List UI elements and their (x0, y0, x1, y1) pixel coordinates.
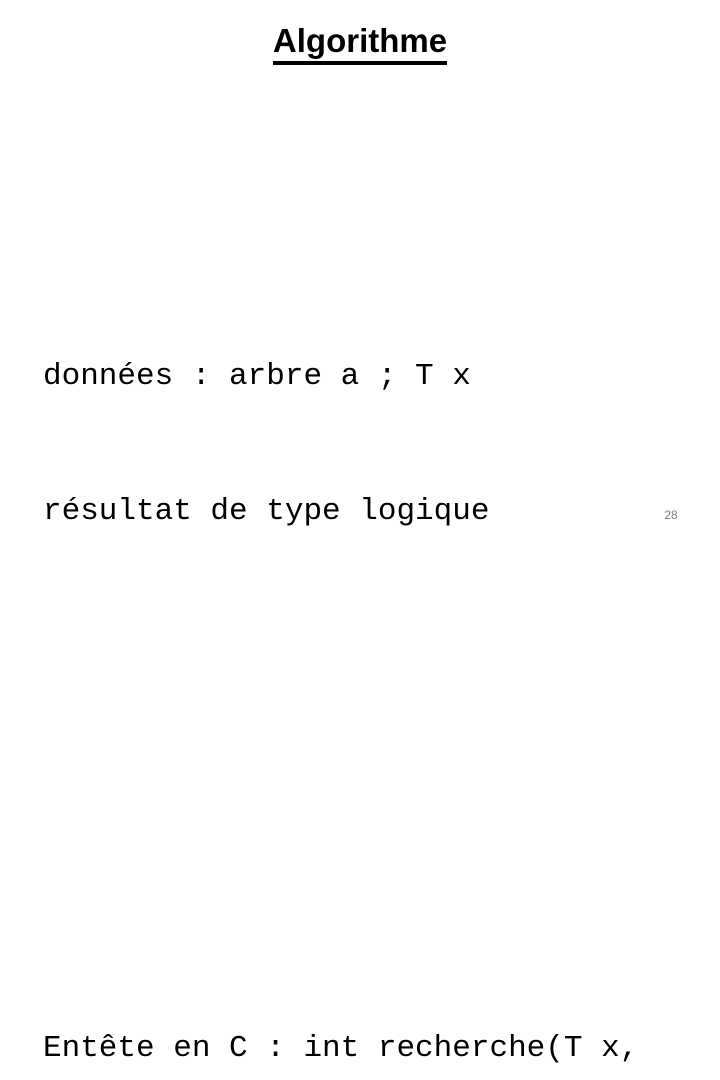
signature-block: Entête en C : int recherche(T x, arbre a… (43, 936, 703, 1080)
code-line-donnees: données : arbre a ; T x (43, 359, 471, 394)
specification-block: données : arbre a ; T x résultat de type… (43, 264, 703, 624)
algorithm-body: données : arbre a ; T x résultat de type… (43, 129, 703, 1080)
page-title-text: Algorithme (272, 22, 448, 65)
code-line-resultat: résultat de type logique (43, 494, 490, 529)
page-title: Algorithme (0, 22, 720, 65)
block-spacer (43, 759, 703, 801)
page-number: 28 (664, 508, 678, 522)
slide-canvas: Algorithme données : arbre a ; T x résul… (0, 0, 720, 1066)
code-line-entete: Entête en C : int recherche(T x, (43, 1031, 639, 1066)
